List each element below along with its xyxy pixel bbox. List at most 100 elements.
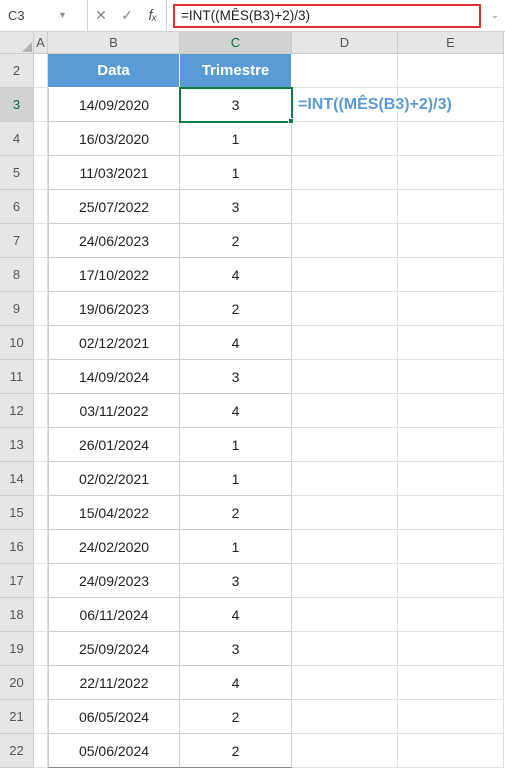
row-header[interactable]: 19: [0, 632, 34, 666]
cell-tri[interactable]: 2: [180, 224, 292, 258]
cell[interactable]: [398, 54, 504, 88]
cell-tri[interactable]: 2: [180, 496, 292, 530]
cell-tri[interactable]: 1: [180, 462, 292, 496]
cell[interactable]: [34, 54, 48, 88]
col-header-D[interactable]: D: [292, 32, 398, 54]
cell-tri[interactable]: 4: [180, 598, 292, 632]
col-header-C[interactable]: C: [180, 32, 292, 54]
cell[interactable]: [34, 292, 48, 326]
cell-data[interactable]: 17/10/2022: [48, 258, 180, 292]
cell[interactable]: [34, 632, 48, 666]
select-all-corner[interactable]: [0, 32, 34, 54]
cell[interactable]: [398, 462, 504, 496]
expand-icon[interactable]: ⌄: [485, 0, 505, 31]
cell-data[interactable]: 02/12/2021: [48, 326, 180, 360]
cell[interactable]: [292, 462, 398, 496]
cell-data[interactable]: 14/09/2020: [48, 88, 180, 122]
cell-data[interactable]: 11/03/2021: [48, 156, 180, 190]
col-header-E[interactable]: E: [398, 32, 504, 54]
cell[interactable]: [34, 734, 48, 768]
cell[interactable]: [34, 462, 48, 496]
cell[interactable]: [292, 496, 398, 530]
cell-data[interactable]: 24/09/2023: [48, 564, 180, 598]
cell[interactable]: [34, 326, 48, 360]
cell-data[interactable]: 03/11/2022: [48, 394, 180, 428]
cell[interactable]: [398, 190, 504, 224]
cell[interactable]: [398, 224, 504, 258]
row-header[interactable]: 11: [0, 360, 34, 394]
cell-data[interactable]: 15/04/2022: [48, 496, 180, 530]
cell[interactable]: [292, 156, 398, 190]
cell[interactable]: [34, 564, 48, 598]
cell[interactable]: [292, 54, 398, 88]
col-header-B[interactable]: B: [48, 32, 180, 54]
row-header[interactable]: 12: [0, 394, 34, 428]
cell[interactable]: [292, 632, 398, 666]
cell[interactable]: [398, 734, 504, 768]
cell[interactable]: [34, 666, 48, 700]
cell[interactable]: [34, 156, 48, 190]
row-header[interactable]: 9: [0, 292, 34, 326]
row-header[interactable]: 5: [0, 156, 34, 190]
row-header[interactable]: 2: [0, 54, 34, 88]
cell-data[interactable]: 25/07/2022: [48, 190, 180, 224]
cell[interactable]: [34, 700, 48, 734]
cell[interactable]: [292, 190, 398, 224]
cancel-icon[interactable]: ✕: [88, 7, 114, 24]
row-header[interactable]: 17: [0, 564, 34, 598]
cell[interactable]: [34, 190, 48, 224]
cell-data[interactable]: 25/09/2024: [48, 632, 180, 666]
cell-data[interactable]: 06/11/2024: [48, 598, 180, 632]
cell[interactable]: [34, 258, 48, 292]
cell-data[interactable]: 02/02/2021: [48, 462, 180, 496]
cell[interactable]: [292, 530, 398, 564]
formula-input[interactable]: [173, 4, 481, 28]
cell-data[interactable]: 19/06/2023: [48, 292, 180, 326]
cell[interactable]: [398, 632, 504, 666]
cell-data[interactable]: 06/05/2024: [48, 700, 180, 734]
cell-data[interactable]: 16/03/2020: [48, 122, 180, 156]
cell[interactable]: [292, 598, 398, 632]
cell[interactable]: [398, 598, 504, 632]
cell-data[interactable]: 24/02/2020: [48, 530, 180, 564]
row-header[interactable]: 16: [0, 530, 34, 564]
cell-data[interactable]: 26/01/2024: [48, 428, 180, 462]
cell-data[interactable]: 05/06/2024: [48, 734, 180, 768]
fx-icon[interactable]: fx: [140, 7, 166, 24]
cell[interactable]: [292, 326, 398, 360]
cell[interactable]: [292, 394, 398, 428]
cell[interactable]: [34, 394, 48, 428]
cell[interactable]: [292, 224, 398, 258]
row-header[interactable]: 14: [0, 462, 34, 496]
cell[interactable]: [34, 224, 48, 258]
cell[interactable]: [398, 530, 504, 564]
cell[interactable]: [292, 564, 398, 598]
cell-tri[interactable]: 1: [180, 156, 292, 190]
header-data[interactable]: Data: [48, 54, 180, 88]
cell[interactable]: [398, 700, 504, 734]
cell[interactable]: [292, 292, 398, 326]
fill-handle[interactable]: [288, 118, 294, 124]
cell-tri[interactable]: 2: [180, 292, 292, 326]
cell[interactable]: [398, 564, 504, 598]
row-header[interactable]: 4: [0, 122, 34, 156]
cell[interactable]: [398, 394, 504, 428]
cell[interactable]: [398, 258, 504, 292]
row-header[interactable]: 6: [0, 190, 34, 224]
row-header[interactable]: 20: [0, 666, 34, 700]
cell[interactable]: [292, 734, 398, 768]
cell-data[interactable]: 24/06/2023: [48, 224, 180, 258]
cell-tri[interactable]: 4: [180, 326, 292, 360]
cell[interactable]: [398, 360, 504, 394]
name-box[interactable]: [8, 8, 56, 23]
cell[interactable]: [292, 122, 398, 156]
cell[interactable]: [34, 360, 48, 394]
cell[interactable]: [34, 496, 48, 530]
cell-tri[interactable]: 1: [180, 122, 292, 156]
cell-tri[interactable]: 4: [180, 666, 292, 700]
cell-tri[interactable]: 3: [180, 564, 292, 598]
cell[interactable]: [398, 428, 504, 462]
header-trimestre[interactable]: Trimestre: [180, 54, 292, 88]
cell-tri[interactable]: 1: [180, 530, 292, 564]
cell[interactable]: [398, 156, 504, 190]
